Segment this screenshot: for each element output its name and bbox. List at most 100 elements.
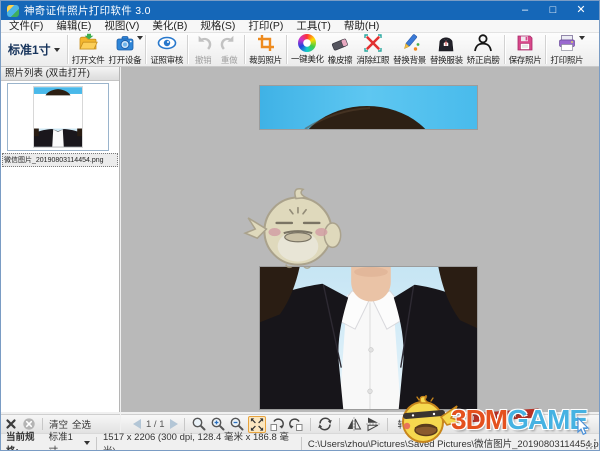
cursor-arrow-icon [577, 417, 591, 435]
remove-red-eye-button[interactable]: 消除红眼 [354, 33, 391, 66]
toolbar-button-label: 打印照片 [550, 54, 583, 66]
menu-item-edit[interactable]: 编辑(E) [56, 20, 91, 33]
eye-icon [157, 33, 177, 53]
photo-filename[interactable]: 微信图片_20190803114454.png [2, 153, 118, 167]
replace-background-button[interactable]: 替换背景 [391, 33, 428, 66]
logo-game: GAME [507, 404, 587, 435]
brush-icon [400, 33, 420, 53]
crop-photo-button[interactable]: 裁剪照片 [247, 33, 284, 66]
next-photo-icon[interactable] [170, 419, 178, 429]
toolbar-button-label: 证照审核 [150, 54, 183, 66]
photo-thumbnail [33, 86, 83, 148]
preset-label: 标准1寸 [8, 41, 51, 58]
minimize-button[interactable]: – [511, 1, 539, 20]
undo-icon [193, 33, 213, 53]
menu-item-help[interactable]: 帮助(H) [344, 20, 380, 33]
color-wheel-icon [297, 34, 317, 52]
toolbar-button-label: 矫正肩膀 [467, 54, 500, 66]
photo-review-button[interactable]: 证照审核 [148, 33, 185, 66]
app-window: 神奇证件照片打印软件 3.0 – □ ✕ 文件(F) 编辑(E) 视图(V) 美… [0, 0, 600, 451]
red-eye-icon [363, 33, 383, 53]
menu-item-spec[interactable]: 规格(S) [200, 20, 235, 33]
toolbar-separator [339, 418, 340, 431]
toolbar-button-label: 保存照片 [509, 54, 542, 66]
toolbar-separator [145, 35, 146, 64]
folder-open-icon [78, 33, 98, 53]
open-file-button[interactable]: 打开文件 [70, 33, 107, 66]
one-key-beautify-button[interactable]: 一键美化 [289, 33, 326, 66]
chevron-down-icon [54, 48, 60, 52]
redo-icon [219, 33, 239, 53]
photo-list-header: 照片列表 (双击打开) [1, 67, 119, 81]
flip-vertical-icon[interactable] [365, 416, 381, 432]
open-device-button[interactable]: 打开设备 [107, 33, 144, 66]
toolbar-button-label: 打开文件 [72, 54, 105, 66]
toolbar-separator [387, 418, 388, 431]
toolbar-button-label: 替换背景 [393, 54, 426, 66]
menu-item-tools[interactable]: 工具(T) [296, 20, 330, 33]
photo-preview-top [259, 85, 478, 130]
photo-size-preset-button[interactable]: 标准1寸 [3, 33, 65, 66]
title-bar: 神奇证件照片打印软件 3.0 – □ ✕ [1, 1, 599, 20]
spec-label: 当前规格: [6, 429, 46, 451]
chevron-down-icon [579, 36, 585, 40]
shoulders-outline-icon [473, 33, 493, 53]
toolbar-separator [504, 35, 505, 64]
image-dimensions: 1517 x 2206 (300 dpi, 128.4 毫米 x 186.8 毫… [103, 429, 295, 451]
photo-canvas[interactable] [121, 67, 599, 412]
menu-item-beautify[interactable]: 美化(B) [152, 20, 187, 33]
status-separator [96, 437, 97, 450]
toolbar-button-label: 撤销 [195, 54, 211, 66]
replace-clothes-button[interactable]: 替换服装 [428, 33, 465, 66]
toolbar-separator [286, 35, 287, 64]
toolbar-button-label: 替换服装 [430, 54, 463, 66]
printer-icon [557, 33, 577, 53]
page-indicator: 1 / 1 [146, 419, 165, 430]
resize-grip[interactable] [585, 438, 597, 450]
redo-button[interactable]: 重做 [216, 33, 242, 66]
toolbar-button-label: 橡皮擦 [328, 54, 353, 66]
3dmgame-logo: 3DMGAME [451, 404, 587, 436]
undo-button[interactable]: 撤销 [190, 33, 216, 66]
maximize-button[interactable]: □ [539, 1, 567, 20]
photo-list-panel: 照片列表 (双击打开) 微信图片_20190803114454.png [1, 67, 120, 412]
window-title: 神奇证件照片打印软件 3.0 [24, 3, 151, 18]
rotate-180-icon[interactable] [317, 416, 333, 432]
toolbar-separator [545, 35, 546, 64]
menu-item-file[interactable]: 文件(F) [9, 20, 43, 33]
chevron-down-icon [137, 36, 143, 40]
fix-shoulders-button[interactable]: 矫正肩膀 [465, 33, 502, 66]
close-button[interactable]: ✕ [567, 1, 595, 20]
spec-value: 标准1寸 [49, 429, 81, 451]
menu-item-print[interactable]: 打印(P) [248, 20, 283, 33]
print-photo-button[interactable]: 打印照片 [548, 33, 585, 66]
menu-item-view[interactable]: 视图(V) [104, 20, 139, 33]
toolbar-separator [187, 35, 188, 64]
eraser-button[interactable]: 橡皮擦 [326, 33, 355, 66]
logo-3dm: 3DM [451, 404, 507, 435]
toolbar-separator [244, 35, 245, 64]
floppy-disk-icon [515, 33, 535, 53]
suit-icon [436, 33, 456, 53]
photo-preview-bottom [259, 266, 478, 410]
toolbar-button-label: 裁剪照片 [249, 54, 282, 66]
toolbar-button-label: 重做 [221, 54, 237, 66]
flip-horizontal-icon[interactable] [346, 416, 362, 432]
eraser-icon [330, 33, 350, 53]
chevron-down-icon [84, 441, 90, 445]
app-icon[interactable] [7, 5, 19, 17]
toolbar-button-label: 打开设备 [109, 54, 142, 66]
save-photo-button[interactable]: 保存照片 [507, 33, 544, 66]
toolbar-button-label: 消除红眼 [356, 54, 389, 66]
current-spec[interactable]: 当前规格: 标准1寸 [6, 429, 90, 451]
crop-icon [256, 33, 276, 53]
previous-photo-icon[interactable] [133, 419, 141, 429]
toolbar-separator [310, 418, 311, 431]
chick-watermark [239, 182, 361, 270]
status-separator [301, 437, 302, 450]
toolbar-button-label: 一键美化 [291, 53, 324, 65]
toolbar-separator [67, 35, 68, 64]
menu-bar: 文件(F) 编辑(E) 视图(V) 美化(B) 规格(S) 打印(P) 工具(T… [1, 20, 599, 33]
camera-icon [115, 33, 135, 53]
photo-list-item[interactable] [7, 83, 109, 151]
